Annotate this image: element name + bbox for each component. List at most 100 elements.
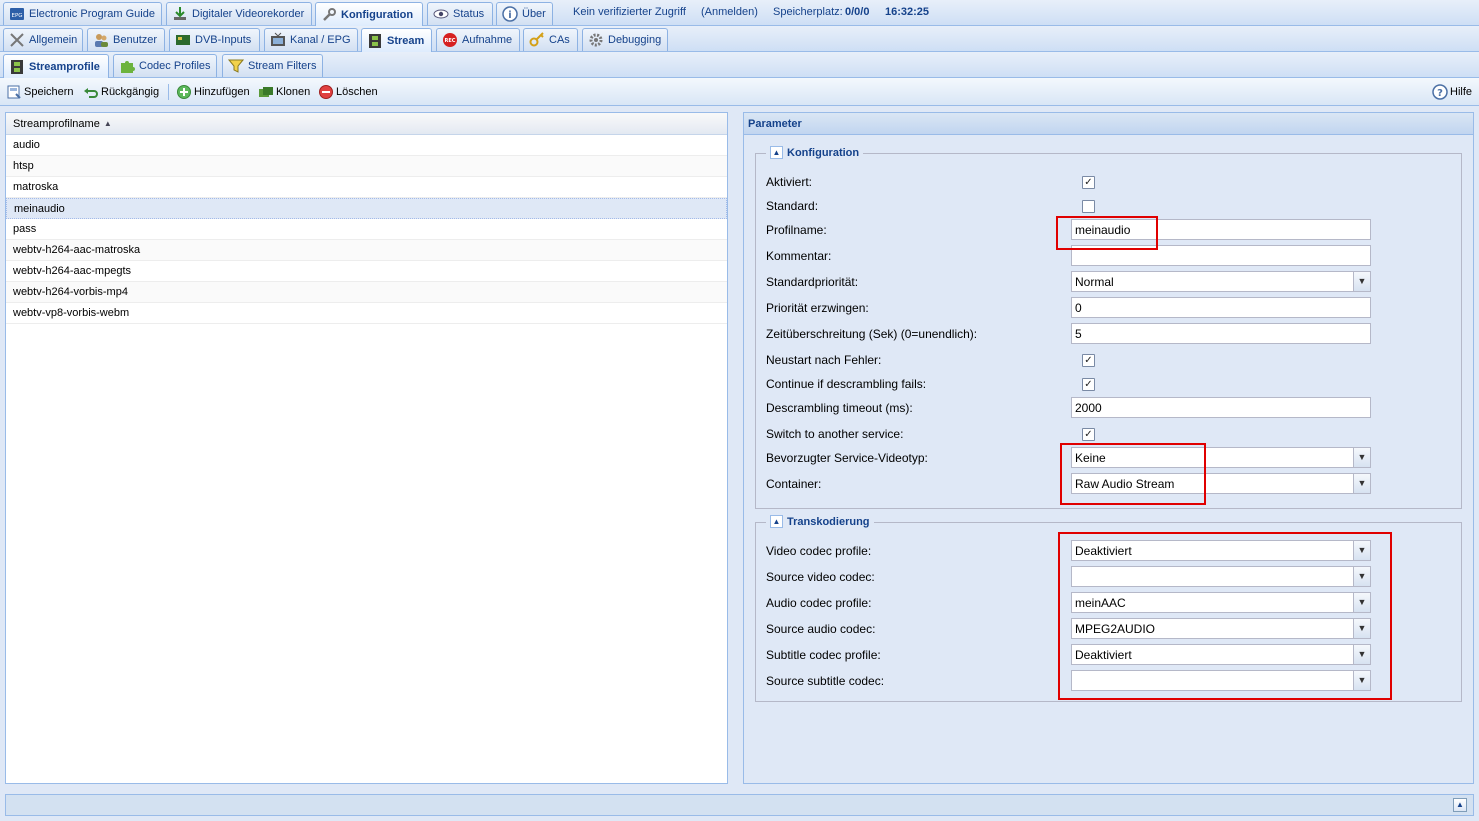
field-label: Priorität erzwingen: <box>766 301 869 315</box>
field-label: Audio codec profile: <box>766 596 872 610</box>
tab-dvb-inputs[interactable]: DVB-Inputs <box>169 28 260 51</box>
tab-stream[interactable]: Stream <box>361 28 432 52</box>
users-icon <box>93 32 109 48</box>
table-row[interactable]: webtv-h264-vorbis-mp4 <box>6 282 727 303</box>
table-row[interactable]: webtv-vp8-vorbis-webm <box>6 303 727 324</box>
expand-up-icon[interactable]: ▲ <box>1453 798 1467 812</box>
tab-stream-filters[interactable]: Stream Filters <box>222 54 323 77</box>
tab-label: Debugging <box>608 34 662 46</box>
clone-label: Klonen <box>276 86 311 98</box>
clone-icon <box>258 84 274 100</box>
chevron-down-icon[interactable]: ▼ <box>1353 272 1370 291</box>
eye-icon <box>433 6 449 22</box>
rec-icon: REC <box>442 32 458 48</box>
highlight-transkodierung <box>1058 532 1392 700</box>
help-label: Hilfe <box>1450 86 1473 98</box>
tab-status[interactable]: Status <box>427 2 493 25</box>
row-switch: Switch to another service: ✓ <box>766 423 1456 445</box>
table-row[interactable]: webtv-h264-aac-mpegts <box>6 261 727 282</box>
tab-kanal-epg[interactable]: Kanal / EPG <box>264 28 358 51</box>
tab-debugging[interactable]: Debugging <box>582 28 668 51</box>
standardprioritaet-select[interactable]: Normal ▼ <box>1071 271 1371 292</box>
clock: 16:32:25 <box>885 6 930 18</box>
tab-codec-profiles[interactable]: Codec Profiles <box>113 54 217 77</box>
konfiguration-legend: ▲ Konfiguration <box>766 146 864 159</box>
config-tabbar: Allgemein Benutzer DVB-Inputs Kanal / EP… <box>0 26 1479 52</box>
tab-epg[interactable]: EPG Electronic Program Guide <box>3 2 162 25</box>
login-link[interactable]: (Anmelden) <box>701 6 758 18</box>
svg-text:?: ? <box>1437 88 1443 99</box>
undo-button[interactable]: Rückgängig <box>83 83 159 101</box>
table-row[interactable]: webtv-h264-aac-matroska <box>6 240 727 261</box>
tab-konfiguration[interactable]: Konfiguration <box>315 2 423 26</box>
save-button[interactable]: Speichern <box>6 83 74 101</box>
add-label: Hinzufügen <box>194 86 250 98</box>
field-label: Source subtitle codec: <box>766 674 885 688</box>
undo-icon <box>83 84 99 100</box>
tab-label: DVB-Inputs <box>195 34 252 46</box>
field-label: Switch to another service: <box>766 427 904 441</box>
tab-allgemein[interactable]: Allgemein <box>3 28 83 51</box>
stream-tabbar: Streamprofile Codec Profiles Stream Filt… <box>0 52 1479 78</box>
table-row-selected[interactable]: meinaudio <box>6 198 727 219</box>
chevron-down-icon[interactable]: ▼ <box>1353 448 1370 467</box>
table-row[interactable]: audio <box>6 135 727 156</box>
row-text: matroska <box>13 181 59 193</box>
bottom-statusbar: ▲ <box>5 794 1474 816</box>
row-text: webtv-vp8-vorbis-webm <box>13 307 130 319</box>
add-button[interactable]: Hinzufügen <box>176 83 250 101</box>
row-neustart: Neustart nach Fehler: ✓ <box>766 349 1456 371</box>
table-row[interactable]: pass <box>6 219 727 240</box>
tab-aufnahme[interactable]: REC Aufnahme <box>436 28 520 51</box>
storage-label: Speicherplatz: <box>773 6 843 18</box>
tab-label: CAs <box>549 34 570 46</box>
row-timeout: Zeitüberschreitung (Sek) (0=unendlich): … <box>766 323 1456 345</box>
delete-button[interactable]: Löschen <box>318 83 378 101</box>
key-icon <box>529 32 545 48</box>
help-button[interactable]: ? Hilfe <box>1432 83 1472 101</box>
descrambling-timeout-input[interactable]: 2000 <box>1071 397 1371 418</box>
tab-label: Stream Filters <box>248 60 317 72</box>
collapse-icon[interactable]: ▲ <box>770 515 783 528</box>
chevron-down-icon[interactable]: ▼ <box>1353 474 1370 493</box>
tab-dvr[interactable]: Digitaler Videorekorder <box>166 2 312 25</box>
standard-checkbox[interactable] <box>1082 200 1095 213</box>
tab-cas[interactable]: CAs <box>523 28 578 51</box>
tab-benutzer[interactable]: Benutzer <box>87 28 165 51</box>
legend-text: Konfiguration <box>787 146 860 159</box>
row-text: webtv-h264-aac-mpegts <box>13 265 132 277</box>
tab-streamprofile[interactable]: Streamprofile <box>3 54 109 78</box>
highlight-profilname <box>1056 216 1158 250</box>
toolbar-separator <box>168 84 169 100</box>
switch-checkbox[interactable]: ✓ <box>1082 428 1095 441</box>
field-label: Profilname: <box>766 223 827 237</box>
tab-label: Konfiguration <box>341 8 414 21</box>
neustart-checkbox[interactable]: ✓ <box>1082 354 1095 367</box>
row-standardprioritaet: Standardpriorität: Normal ▼ <box>766 271 1456 293</box>
continue-checkbox[interactable]: ✓ <box>1082 378 1095 391</box>
field-label: Descrambling timeout (ms): <box>766 401 913 415</box>
aktiviert-checkbox[interactable]: ✓ <box>1082 176 1095 189</box>
table-row[interactable]: matroska <box>6 177 727 198</box>
tab-ueber[interactable]: i Über <box>496 2 553 25</box>
collapse-icon[interactable]: ▲ <box>770 146 783 159</box>
tab-label: Status <box>453 8 485 20</box>
delete-label: Löschen <box>336 86 378 98</box>
download-icon <box>172 6 188 22</box>
help-icon: ? <box>1432 84 1448 100</box>
storage-value: 0/0/0 <box>845 6 870 18</box>
table-row[interactable]: htsp <box>6 156 727 177</box>
save-label: Speichern <box>24 86 74 98</box>
timeout-input[interactable]: 5 <box>1071 323 1371 344</box>
tab-label: Digitaler Videorekorder <box>192 8 305 20</box>
field-label: Continue if descrambling fails: <box>766 377 927 391</box>
clone-button[interactable]: Klonen <box>258 83 310 101</box>
field-label: Source video codec: <box>766 570 875 584</box>
tab-label: Über <box>522 8 546 20</box>
filter-icon <box>228 58 244 74</box>
tab-label: Kanal / EPG <box>290 34 351 46</box>
epg-icon: EPG <box>9 6 25 22</box>
access-status: Kein verifizierter Zugriff <box>573 6 686 18</box>
grid-header-streamprofilname[interactable]: Streamprofilname ▲ <box>6 113 727 135</box>
prio-erzwingen-input[interactable]: 0 <box>1071 297 1371 318</box>
